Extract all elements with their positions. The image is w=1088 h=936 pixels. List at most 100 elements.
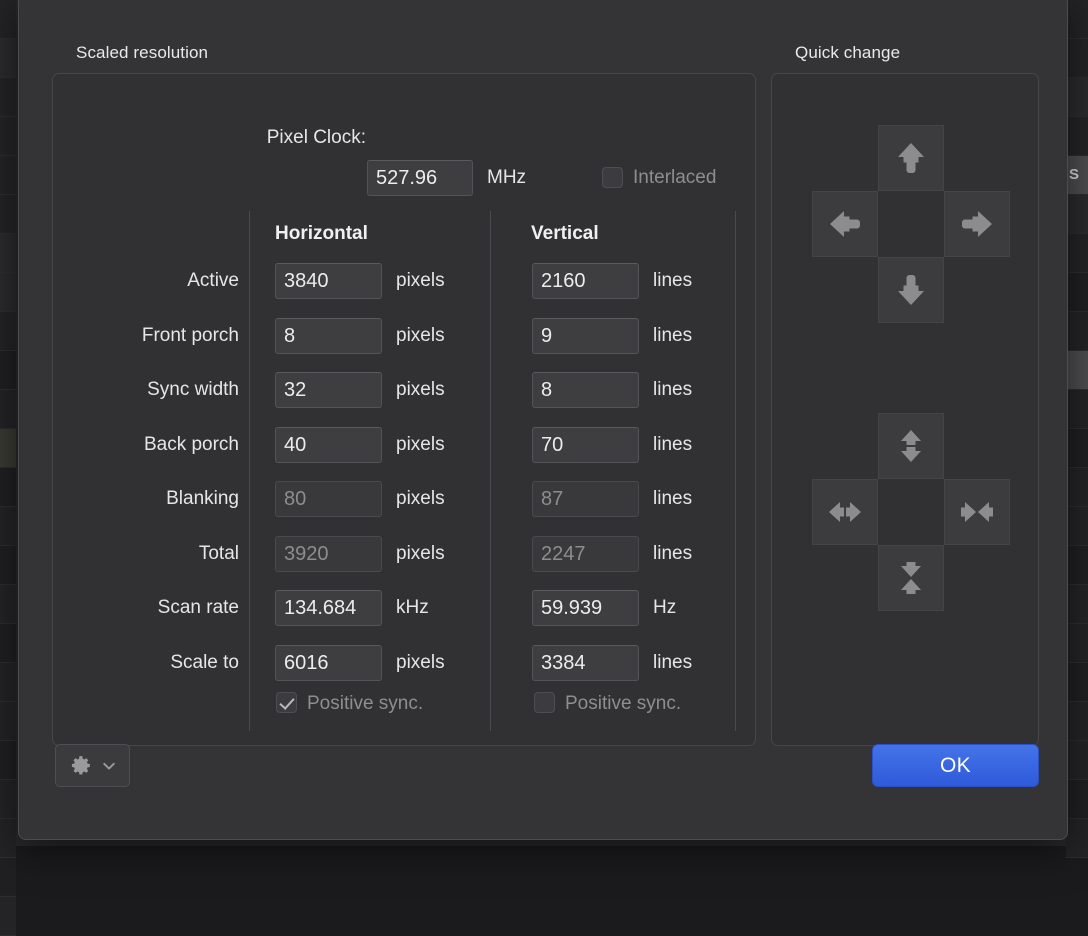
size-pad-center (878, 479, 944, 545)
vertical-unit-label: lines (653, 318, 692, 354)
column-divider-right (735, 211, 736, 731)
column-divider-left (249, 211, 250, 731)
ok-button[interactable]: OK (872, 744, 1039, 787)
row-label: Total (59, 536, 239, 572)
horizontal-value-input[interactable]: 40 (275, 427, 382, 463)
vertical-value-input[interactable]: 70 (532, 427, 639, 463)
background-list-item (0, 234, 16, 273)
row-label: Blanking (59, 481, 239, 517)
vertical-value-input[interactable]: 8 (532, 372, 639, 408)
vertical-positive-sync-checkbox[interactable] (534, 692, 555, 713)
arrows-horizontal-expand-icon (825, 492, 865, 532)
background-list-item (1066, 663, 1088, 702)
move-pad-center (878, 191, 944, 257)
horizontal-unit-label: pixels (396, 427, 445, 463)
background-list-item (1066, 780, 1088, 819)
vertical-unit-label: lines (653, 536, 692, 572)
background-list-item (1066, 78, 1088, 117)
stretch-horizontal-button[interactable] (812, 479, 878, 545)
horizontal-positive-sync-checkbox[interactable] (276, 692, 297, 713)
arrows-horizontal-shrink-icon (957, 492, 997, 532)
background-list-item (1066, 624, 1088, 663)
pixel-clock-unit: MHz (487, 160, 526, 196)
vertical-positive-sync-label: Positive sync. (565, 693, 681, 714)
move-right-button[interactable] (944, 191, 1010, 257)
background-list-right: S (1066, 0, 1088, 846)
background-list-item (0, 741, 16, 780)
background-list-left (0, 0, 16, 846)
row-label: Scan rate (59, 590, 239, 626)
background-list-item (0, 273, 16, 312)
background-list-item (1066, 468, 1088, 507)
horizontal-unit-label: kHz (396, 590, 429, 626)
pixel-clock-input[interactable]: 527.96 (367, 160, 473, 196)
vertical-unit-label: lines (653, 263, 692, 299)
vertical-unit-label: lines (653, 481, 692, 517)
background-list-item-label: S (1066, 156, 1088, 194)
background-list-item (0, 0, 16, 39)
background-list-item (1066, 234, 1088, 273)
background-list-item (1066, 195, 1088, 234)
background-list-item (1066, 429, 1088, 468)
horizontal-unit-label: pixels (396, 481, 445, 517)
vertical-value-input[interactable]: 2160 (532, 263, 639, 299)
scaled-resolution-title: Scaled resolution (76, 43, 208, 63)
row-label: Back porch (59, 427, 239, 463)
horizontal-value-input[interactable]: 3840 (275, 263, 382, 299)
gear-menu-button[interactable] (55, 744, 130, 787)
chevron-down-icon (101, 758, 117, 774)
background-list-item (0, 429, 16, 468)
horizontal-value-input[interactable]: 6016 (275, 645, 382, 681)
background-list-item (0, 195, 16, 234)
background-list-item (1066, 546, 1088, 585)
background-list-item: S (1066, 156, 1088, 195)
row-label: Active (59, 263, 239, 299)
background-list-item (0, 312, 16, 351)
background-list-item (1066, 702, 1088, 741)
vertical-value-input[interactable]: 59.939 (532, 590, 639, 626)
background-list-item (1066, 585, 1088, 624)
background-list-item (0, 585, 16, 624)
timing-settings-dialog: Scaled resolution Pixel Clock: 527.96 MH… (18, 0, 1068, 840)
arrow-left-icon (825, 204, 865, 244)
arrow-down-icon (891, 270, 931, 310)
vertical-value-input[interactable]: 3384 (532, 645, 639, 681)
vertical-value-input[interactable]: 2247 (532, 536, 639, 572)
background-list-item (0, 819, 16, 858)
horizontal-value-input[interactable]: 32 (275, 372, 382, 408)
background-list-item (1066, 741, 1088, 780)
background-list-item (0, 117, 16, 156)
background-list-item (0, 468, 16, 507)
horizontal-value-input[interactable]: 3920 (275, 536, 382, 572)
row-label: Scale to (59, 645, 239, 681)
shrink-vertical-button[interactable] (878, 545, 944, 611)
shrink-horizontal-button[interactable] (944, 479, 1010, 545)
move-left-button[interactable] (812, 191, 878, 257)
vertical-unit-label: lines (653, 645, 692, 681)
background-list-item (1066, 273, 1088, 312)
background-list-item (1066, 507, 1088, 546)
move-up-button[interactable] (878, 125, 944, 191)
row-label: Front porch (59, 318, 239, 354)
horizontal-column-header: Horizontal (275, 223, 368, 245)
background-list-item (0, 78, 16, 117)
size-pad (812, 413, 1010, 611)
background-list-item (1066, 819, 1088, 858)
vertical-value-input[interactable]: 9 (532, 318, 639, 354)
interlaced-checkbox[interactable] (602, 167, 623, 188)
stretch-vertical-button[interactable] (878, 413, 944, 479)
vertical-value-input[interactable]: 87 (532, 481, 639, 517)
arrows-vertical-expand-icon (891, 426, 931, 466)
horizontal-value-input[interactable]: 8 (275, 318, 382, 354)
background-list-item (0, 351, 16, 390)
background-list-item (0, 858, 16, 897)
gear-icon (69, 753, 94, 778)
quick-change-title: Quick change (795, 43, 900, 63)
pixel-clock-label: Pixel Clock: (267, 127, 366, 149)
horizontal-value-input[interactable]: 80 (275, 481, 382, 517)
background-list-item (1066, 39, 1088, 78)
background-list-item (0, 546, 16, 585)
move-down-button[interactable] (878, 257, 944, 323)
horizontal-value-input[interactable]: 134.684 (275, 590, 382, 626)
background-list-item (0, 702, 16, 741)
